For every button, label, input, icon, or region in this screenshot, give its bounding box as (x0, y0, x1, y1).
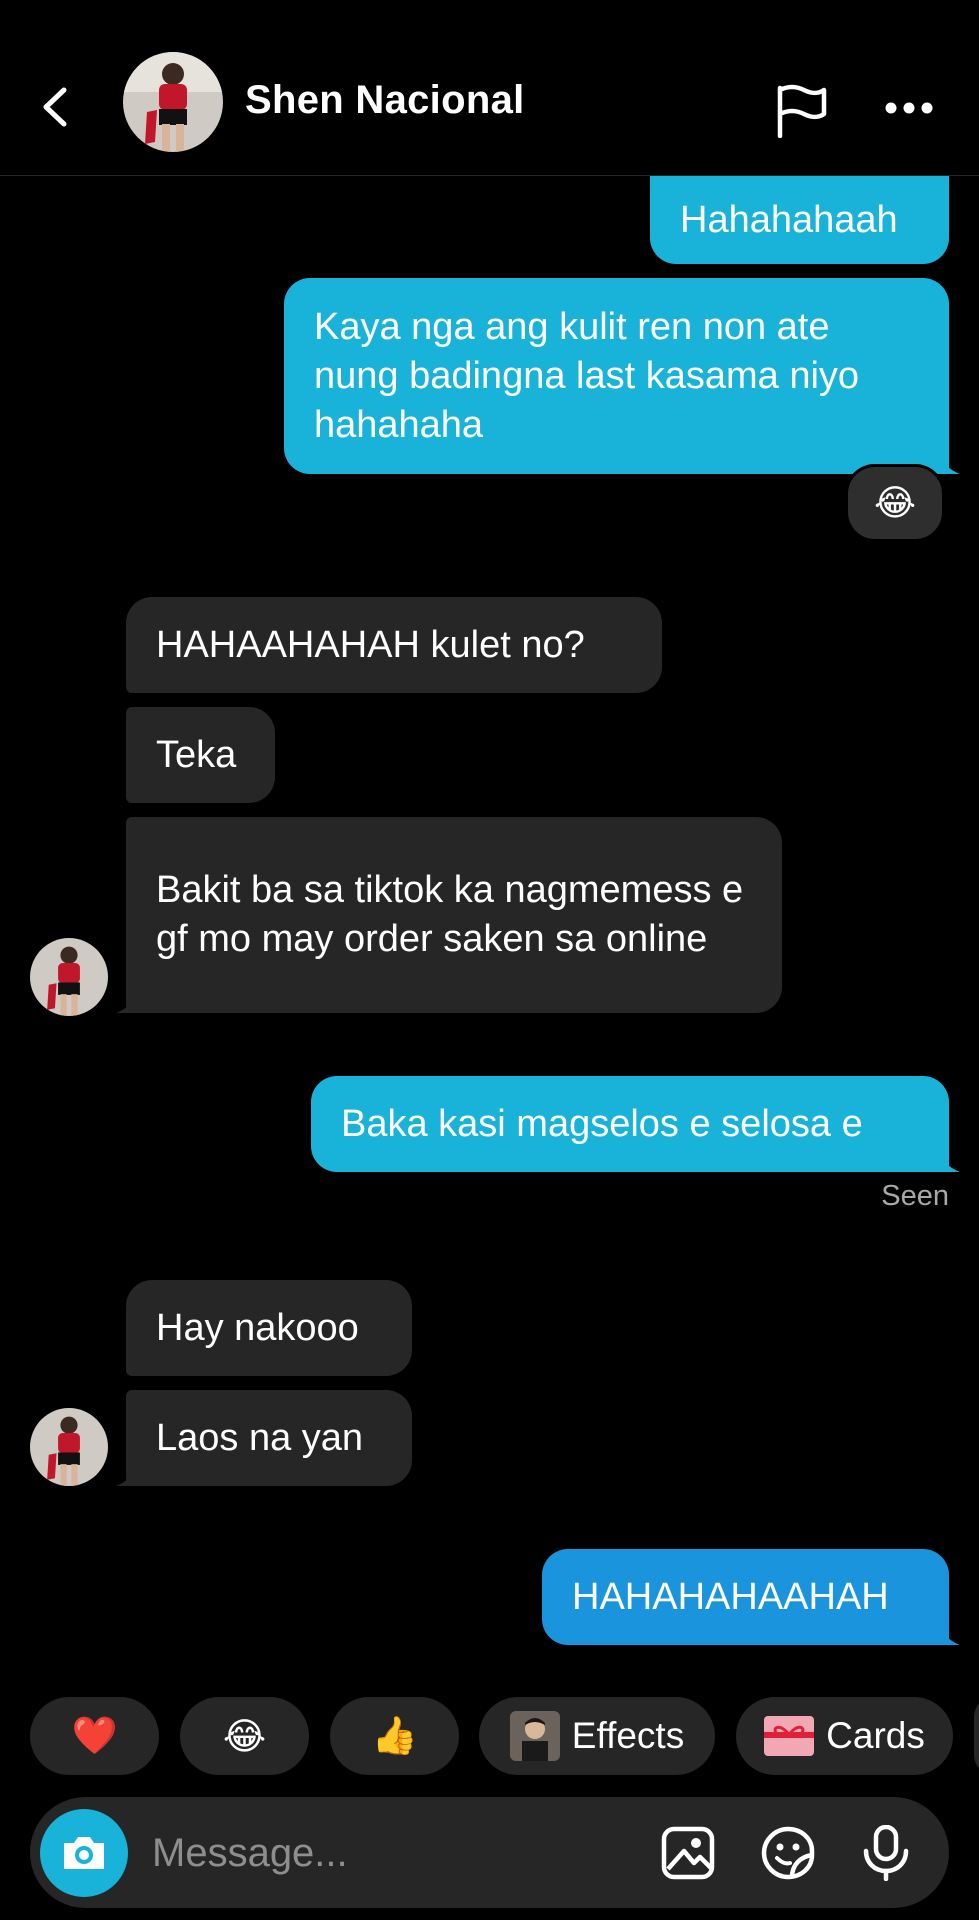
laugh-emoji-icon: 😂 (873, 482, 917, 523)
message-outgoing[interactable]: HAHAHAHAAHAH (542, 1549, 949, 1645)
seen-status: Seen (881, 1180, 949, 1212)
more-horizontal-icon[interactable] (884, 100, 934, 116)
message-composer (30, 1797, 949, 1908)
chat-header: Shen Nacional (0, 0, 979, 176)
chevron-left-icon[interactable] (36, 82, 76, 132)
quick-heart-button[interactable]: ❤️ (30, 1697, 159, 1775)
laugh-emoji-icon: 😂 (222, 1715, 267, 1757)
image-icon[interactable] (660, 1825, 716, 1881)
contact-avatar-small[interactable] (30, 1408, 108, 1486)
message-text: Kaya nga ang kulit ren non ate nung badi… (314, 305, 860, 446)
contact-avatar-small[interactable] (30, 938, 108, 1016)
message-outgoing[interactable]: Baka kasi magselos e selosa e (311, 1076, 949, 1172)
flag-icon[interactable] (774, 84, 828, 138)
message-text: HAHAHAHAAHAH (572, 1575, 889, 1618)
bubble-tail (116, 1464, 138, 1486)
message-input[interactable] (152, 1827, 652, 1879)
message-text: Baka kasi magselos e selosa e (341, 1102, 863, 1145)
bubble-tail (938, 1623, 960, 1645)
message-text: Teka (156, 733, 237, 776)
contact-avatar[interactable] (123, 52, 223, 152)
cards-label: Cards (826, 1715, 925, 1756)
cards-button[interactable]: Cards (736, 1697, 953, 1775)
message-outgoing[interactable]: Hahahahaah (650, 176, 949, 264)
heart-icon: ❤️ (71, 1714, 118, 1756)
message-text: Bakit ba sa tiktok ka nagmemess e gf mo … (156, 869, 744, 960)
message-text: Hahahahaah (680, 198, 898, 241)
sticker-icon[interactable] (760, 1825, 816, 1881)
message-text: Laos na yan (156, 1416, 364, 1459)
message-incoming[interactable]: Teka (126, 707, 275, 803)
quick-laugh-button[interactable]: 😂 (180, 1697, 309, 1775)
camera-button[interactable] (40, 1809, 128, 1897)
effects-button[interactable]: Effects (479, 1697, 715, 1775)
effects-thumbnail-icon (509, 1711, 560, 1761)
more-quick-actions[interactable] (974, 1697, 979, 1775)
effects-label: Effects (571, 1715, 685, 1756)
bubble-tail (116, 991, 138, 1013)
message-text: HAHAAHAHAH kulet no? (156, 623, 585, 666)
microphone-icon[interactable] (858, 1825, 914, 1881)
contact-name[interactable]: Shen Nacional (245, 78, 525, 123)
message-text: Hay nakooo (156, 1306, 359, 1349)
message-incoming[interactable]: Laos na yan (126, 1390, 412, 1486)
camera-icon (64, 1837, 104, 1869)
message-incoming[interactable]: Hay nakooo (126, 1280, 412, 1376)
thumbs-up-icon: 👍 (371, 1714, 418, 1756)
bubble-tail (938, 1150, 960, 1172)
quick-thumbs-up-button[interactable]: 👍 (330, 1697, 459, 1775)
message-outgoing[interactable]: Kaya nga ang kulit ren non ate nung badi… (284, 278, 949, 474)
bubble-tail (938, 452, 960, 474)
message-incoming[interactable]: HAHAAHAHAH kulet no? (126, 597, 662, 693)
gift-card-icon (764, 1716, 815, 1756)
message-incoming[interactable]: Bakit ba sa tiktok ka nagmemess e gf mo … (126, 817, 782, 1013)
message-reaction[interactable]: 😂 (845, 464, 945, 542)
